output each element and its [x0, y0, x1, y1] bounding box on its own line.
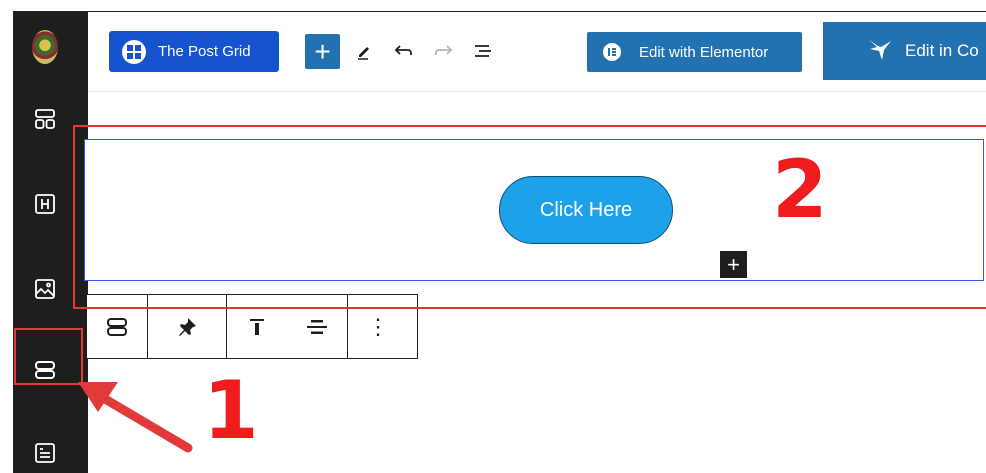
site-logo-icon[interactable]: [32, 30, 58, 64]
post-grid-label: The Post Grid: [158, 43, 251, 60]
text-block-icon[interactable]: [32, 440, 58, 466]
document-overview-icon[interactable]: [470, 38, 496, 64]
edit-in-label: Edit in Co: [905, 41, 979, 60]
heading-block-icon[interactable]: [32, 191, 58, 217]
image-block-icon[interactable]: [32, 276, 58, 302]
annotation-box-2: [73, 125, 986, 309]
annotation-label-2: 2: [772, 143, 828, 236]
editor-top-toolbar: The Post Grid + Edit with Elementor Edit…: [88, 12, 986, 92]
annotation-arrow-icon: [78, 382, 193, 453]
elementor-icon: [603, 43, 621, 61]
post-grid-button[interactable]: The Post Grid: [109, 31, 279, 72]
edit-with-elementor-button[interactable]: Edit with Elementor: [587, 32, 802, 72]
layout-grid-icon[interactable]: [32, 106, 58, 132]
hummingbird-icon: [867, 36, 893, 67]
redo-icon[interactable]: [430, 38, 456, 64]
edit-in-button[interactable]: Edit in Co: [823, 22, 986, 80]
undo-icon[interactable]: [391, 38, 417, 64]
edit-with-elementor-label: Edit with Elementor: [639, 43, 769, 61]
annotation-label-1: 1: [203, 364, 259, 457]
add-block-button[interactable]: +: [305, 34, 340, 69]
post-grid-icon: [122, 39, 146, 64]
pencil-icon[interactable]: [352, 38, 378, 64]
